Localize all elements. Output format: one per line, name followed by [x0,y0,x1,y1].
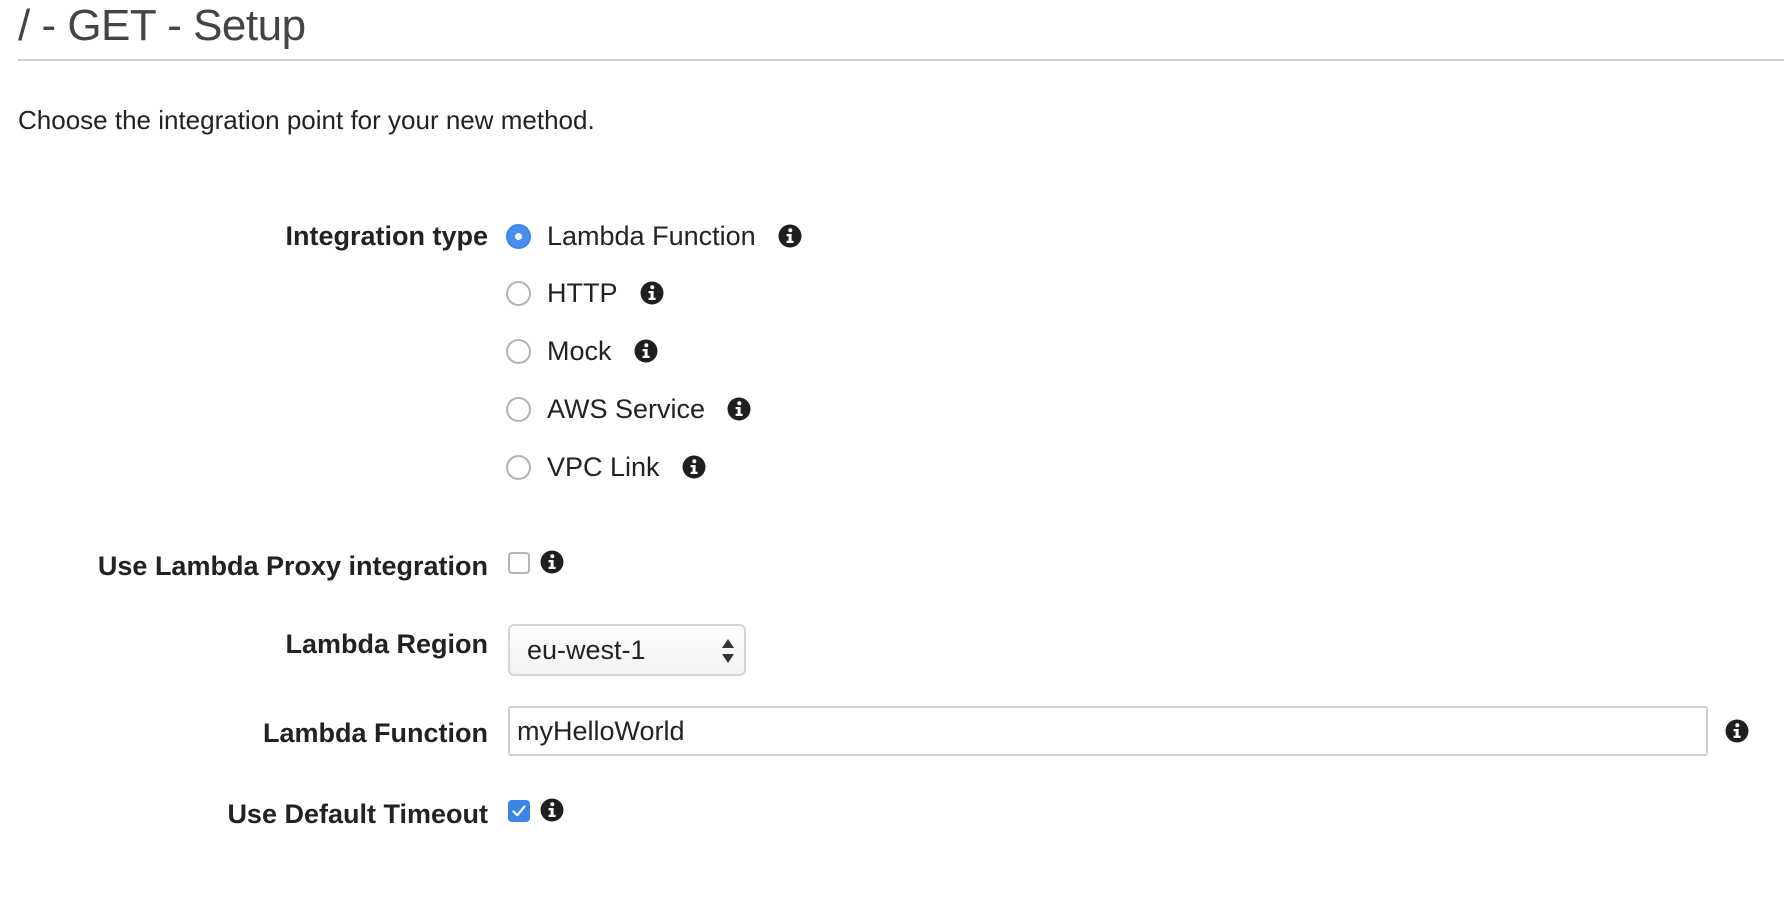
info-icon[interactable] [640,281,664,305]
info-icon[interactable] [540,798,564,822]
info-icon[interactable] [682,455,706,479]
integration-type-label: Integration type [285,221,488,251]
lambda-region-select[interactable]: eu-west-1 [508,624,746,676]
lambda-proxy-label: Use Lambda Proxy integration [97,551,488,581]
default-timeout-label: Use Default Timeout [227,799,488,829]
radio-label-aws-service: AWS Service [547,394,706,424]
radio-option-lambda-function[interactable]: Lambda Function [506,219,802,253]
lambda-region-label: Lambda Region [285,629,488,659]
radio-http[interactable] [506,280,531,306]
radio-option-mock[interactable]: Mock [506,334,658,368]
radio-label-http: HTTP [547,278,618,308]
method-setup-page: / - GET - Setup Choose the integration p… [0,0,1784,898]
radio-lambda-function[interactable] [506,223,531,249]
up-down-arrows-icon [721,638,735,664]
info-icon[interactable] [540,550,564,574]
info-icon[interactable] [1725,719,1749,743]
lambda-function-label: Lambda Function [263,718,488,748]
info-icon[interactable] [634,339,658,363]
radio-option-aws-service[interactable]: AWS Service [506,392,751,426]
radio-label-lambda-function: Lambda Function [547,221,756,251]
info-icon[interactable] [778,224,802,248]
checkmark-icon [512,805,526,817]
radio-option-vpc-link[interactable]: VPC Link [506,450,706,484]
radio-label-mock: Mock [547,336,612,366]
intro-text: Choose the integration point for your ne… [18,105,595,135]
title-divider [18,59,1784,61]
radio-aws-service[interactable] [506,396,531,422]
page-title: / - GET - Setup [18,1,306,50]
lambda-proxy-checkbox[interactable] [508,552,530,574]
lambda-function-input[interactable] [508,706,1708,756]
radio-option-http[interactable]: HTTP [506,276,664,310]
radio-mock[interactable] [506,338,531,364]
radio-label-vpc-link: VPC Link [547,452,660,482]
lambda-region-value: eu-west-1 [527,635,646,665]
default-timeout-checkbox[interactable] [508,800,530,822]
radio-vpc-link[interactable] [506,454,531,480]
info-icon[interactable] [727,397,751,421]
